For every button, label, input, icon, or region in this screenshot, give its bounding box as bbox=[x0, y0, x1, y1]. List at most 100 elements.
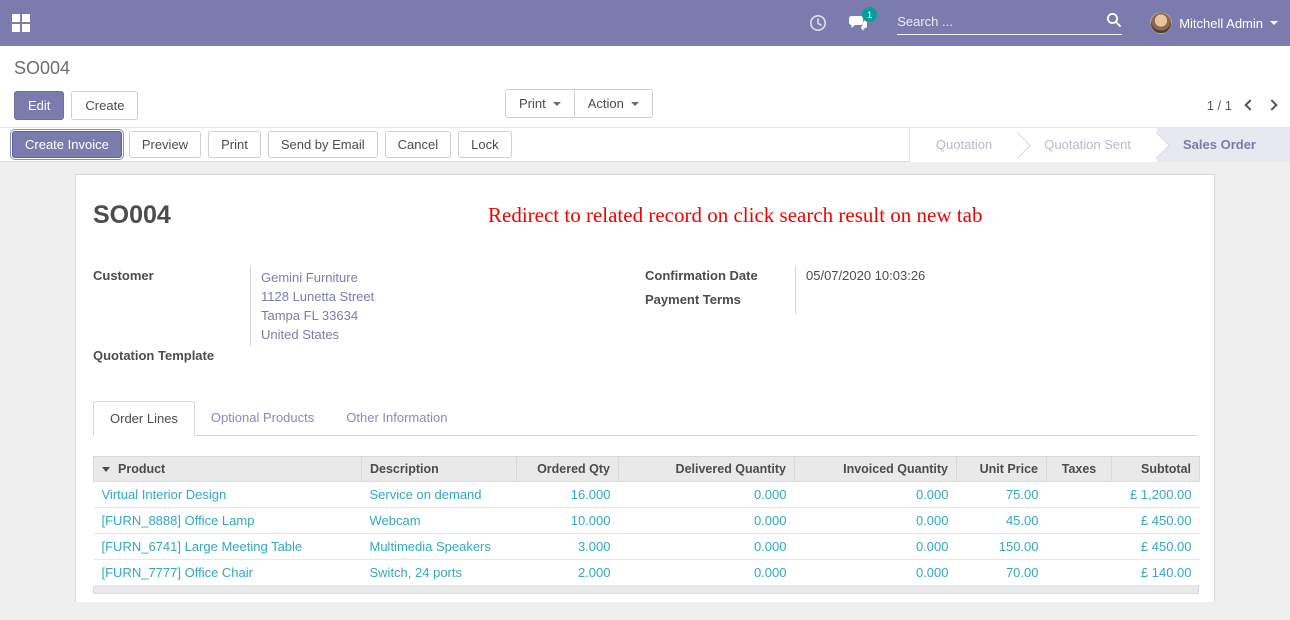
confirmation-date-value: 05/07/2020 10:03:26 bbox=[795, 266, 1197, 290]
apps-menu-icon[interactable] bbox=[12, 14, 30, 32]
cell-product[interactable]: [FURN_6741] Large Meeting Table bbox=[94, 534, 362, 560]
chevron-down-icon bbox=[553, 102, 561, 106]
state-quotation-sent[interactable]: Quotation Sent bbox=[1018, 128, 1157, 162]
table-row[interactable]: [FURN_6741] Large Meeting Table Multimed… bbox=[94, 534, 1200, 560]
edit-button[interactable]: Edit bbox=[14, 91, 64, 120]
create-button[interactable]: Create bbox=[71, 91, 138, 120]
cell-invoiced-qty[interactable]: 0.000 bbox=[795, 482, 957, 508]
column-invoiced-quantity[interactable]: Invoiced Quantity bbox=[795, 457, 957, 482]
table-row[interactable]: [FURN_8888] Office Lamp Webcam 10.000 0.… bbox=[94, 508, 1200, 534]
print-dropdown[interactable]: Print bbox=[505, 89, 575, 118]
customer-value: Gemini Furniture 1128 Lunetta Street Tam… bbox=[250, 266, 645, 346]
table-row[interactable]: [FURN_7777] Office Chair Switch, 24 port… bbox=[94, 560, 1200, 586]
form-view: SO004 Redirect to related record on clic… bbox=[0, 162, 1290, 602]
chevron-down-icon bbox=[631, 102, 639, 106]
create-invoice-button[interactable]: Create Invoice bbox=[12, 131, 122, 158]
column-taxes[interactable]: Taxes bbox=[1047, 457, 1112, 482]
form-sheet: SO004 Redirect to related record on clic… bbox=[75, 174, 1215, 602]
column-unit-price[interactable]: Unit Price bbox=[957, 457, 1047, 482]
cell-subtotal[interactable]: £ 450.00 bbox=[1112, 534, 1200, 560]
pager-previous-button[interactable] bbox=[1244, 99, 1255, 110]
cell-product[interactable]: [FURN_8888] Office Lamp bbox=[94, 508, 362, 534]
cell-product[interactable]: [FURN_7777] Office Chair bbox=[94, 560, 362, 586]
tab-other-information[interactable]: Other Information bbox=[330, 401, 463, 436]
cell-delivered-qty[interactable]: 0.000 bbox=[619, 560, 795, 586]
cell-unit-price[interactable]: 45.00 bbox=[957, 508, 1047, 534]
pager-next-button[interactable] bbox=[1266, 99, 1277, 110]
breadcrumb: SO004 bbox=[14, 58, 70, 78]
cell-unit-price[interactable]: 75.00 bbox=[957, 482, 1047, 508]
cell-delivered-qty[interactable]: 0.000 bbox=[619, 482, 795, 508]
table-footer-strip bbox=[93, 586, 1199, 594]
user-menu[interactable]: Mitchell Admin bbox=[1150, 12, 1278, 34]
messages-icon[interactable]: 1 bbox=[847, 12, 869, 34]
cell-taxes[interactable] bbox=[1047, 482, 1112, 508]
cell-unit-price[interactable]: 150.00 bbox=[957, 534, 1047, 560]
chevron-down-icon bbox=[1270, 21, 1278, 25]
cell-ordered-qty[interactable]: 16.000 bbox=[517, 482, 619, 508]
sort-caret-icon bbox=[102, 467, 110, 472]
action-dropdown-label: Action bbox=[588, 96, 624, 111]
cell-delivered-qty[interactable]: 0.000 bbox=[619, 534, 795, 560]
cell-invoiced-qty[interactable]: 0.000 bbox=[795, 534, 957, 560]
messages-count-badge: 1 bbox=[862, 7, 877, 22]
payment-terms-label: Payment Terms bbox=[645, 290, 795, 314]
customer-street[interactable]: 1128 Lunetta Street bbox=[261, 287, 645, 306]
search-input[interactable] bbox=[897, 14, 1106, 29]
cell-product[interactable]: Virtual Interior Design bbox=[94, 482, 362, 508]
cell-invoiced-qty[interactable]: 0.000 bbox=[795, 508, 957, 534]
cell-description[interactable]: Webcam bbox=[362, 508, 517, 534]
cell-taxes[interactable] bbox=[1047, 508, 1112, 534]
cell-subtotal[interactable]: £ 450.00 bbox=[1112, 508, 1200, 534]
cell-taxes[interactable] bbox=[1047, 534, 1112, 560]
global-search bbox=[897, 12, 1122, 35]
column-product[interactable]: Product bbox=[94, 457, 362, 482]
preview-button[interactable]: Preview bbox=[129, 131, 201, 158]
cancel-button[interactable]: Cancel bbox=[385, 131, 451, 158]
state-sales-order[interactable]: Sales Order bbox=[1157, 128, 1290, 162]
send-by-email-button[interactable]: Send by Email bbox=[268, 131, 378, 158]
cell-subtotal[interactable]: £ 1,200.00 bbox=[1112, 482, 1200, 508]
cell-description[interactable]: Switch, 24 ports bbox=[362, 560, 517, 586]
control-panel: SO004 Edit Create Print Action 1 / 1 bbox=[0, 46, 1290, 128]
print-dropdown-label: Print bbox=[519, 96, 546, 111]
lock-button[interactable]: Lock bbox=[458, 131, 511, 158]
activities-clock-icon[interactable] bbox=[807, 12, 829, 34]
cell-description[interactable]: Service on demand bbox=[362, 482, 517, 508]
cell-description[interactable]: Multimedia Speakers bbox=[362, 534, 517, 560]
table-header-row: Product Description Ordered Qty Delivere… bbox=[94, 457, 1200, 482]
state-quotation[interactable]: Quotation bbox=[910, 128, 1018, 162]
customer-country[interactable]: United States bbox=[261, 325, 645, 344]
tab-order-lines[interactable]: Order Lines bbox=[93, 401, 195, 436]
customer-name-link[interactable]: Gemini Furniture bbox=[261, 268, 645, 287]
print-button[interactable]: Print bbox=[208, 131, 261, 158]
customer-label: Customer bbox=[93, 266, 250, 346]
cell-ordered-qty[interactable]: 2.000 bbox=[517, 560, 619, 586]
cell-delivered-qty[interactable]: 0.000 bbox=[619, 508, 795, 534]
action-dropdown[interactable]: Action bbox=[574, 89, 653, 118]
table-row[interactable]: Virtual Interior Design Service on deman… bbox=[94, 482, 1200, 508]
cell-ordered-qty[interactable]: 3.000 bbox=[517, 534, 619, 560]
payment-terms-value bbox=[795, 290, 1197, 314]
column-subtotal[interactable]: Subtotal bbox=[1112, 457, 1200, 482]
search-icon[interactable] bbox=[1106, 12, 1122, 31]
column-delivered-quantity[interactable]: Delivered Quantity bbox=[619, 457, 795, 482]
cell-invoiced-qty[interactable]: 0.000 bbox=[795, 560, 957, 586]
top-navbar: 1 Mitchell Admin bbox=[0, 0, 1290, 46]
notebook-tabs: Order Lines Optional Products Other Info… bbox=[93, 400, 1197, 436]
cell-unit-price[interactable]: 70.00 bbox=[957, 560, 1047, 586]
column-product-label: Product bbox=[118, 462, 165, 476]
cell-taxes[interactable] bbox=[1047, 560, 1112, 586]
cell-ordered-qty[interactable]: 10.000 bbox=[517, 508, 619, 534]
order-lines-table: Product Description Ordered Qty Delivere… bbox=[93, 456, 1200, 586]
confirmation-date-label: Confirmation Date bbox=[645, 266, 795, 290]
column-description[interactable]: Description bbox=[362, 457, 517, 482]
tab-optional-products[interactable]: Optional Products bbox=[195, 401, 330, 436]
cell-subtotal[interactable]: £ 140.00 bbox=[1112, 560, 1200, 586]
quotation-template-value bbox=[250, 346, 645, 370]
statusbar: Create Invoice Preview Print Send by Ema… bbox=[0, 128, 1290, 162]
quotation-template-label: Quotation Template bbox=[93, 346, 250, 370]
column-ordered-qty[interactable]: Ordered Qty bbox=[517, 457, 619, 482]
user-name: Mitchell Admin bbox=[1179, 16, 1263, 31]
customer-city[interactable]: Tampa FL 33634 bbox=[261, 306, 645, 325]
